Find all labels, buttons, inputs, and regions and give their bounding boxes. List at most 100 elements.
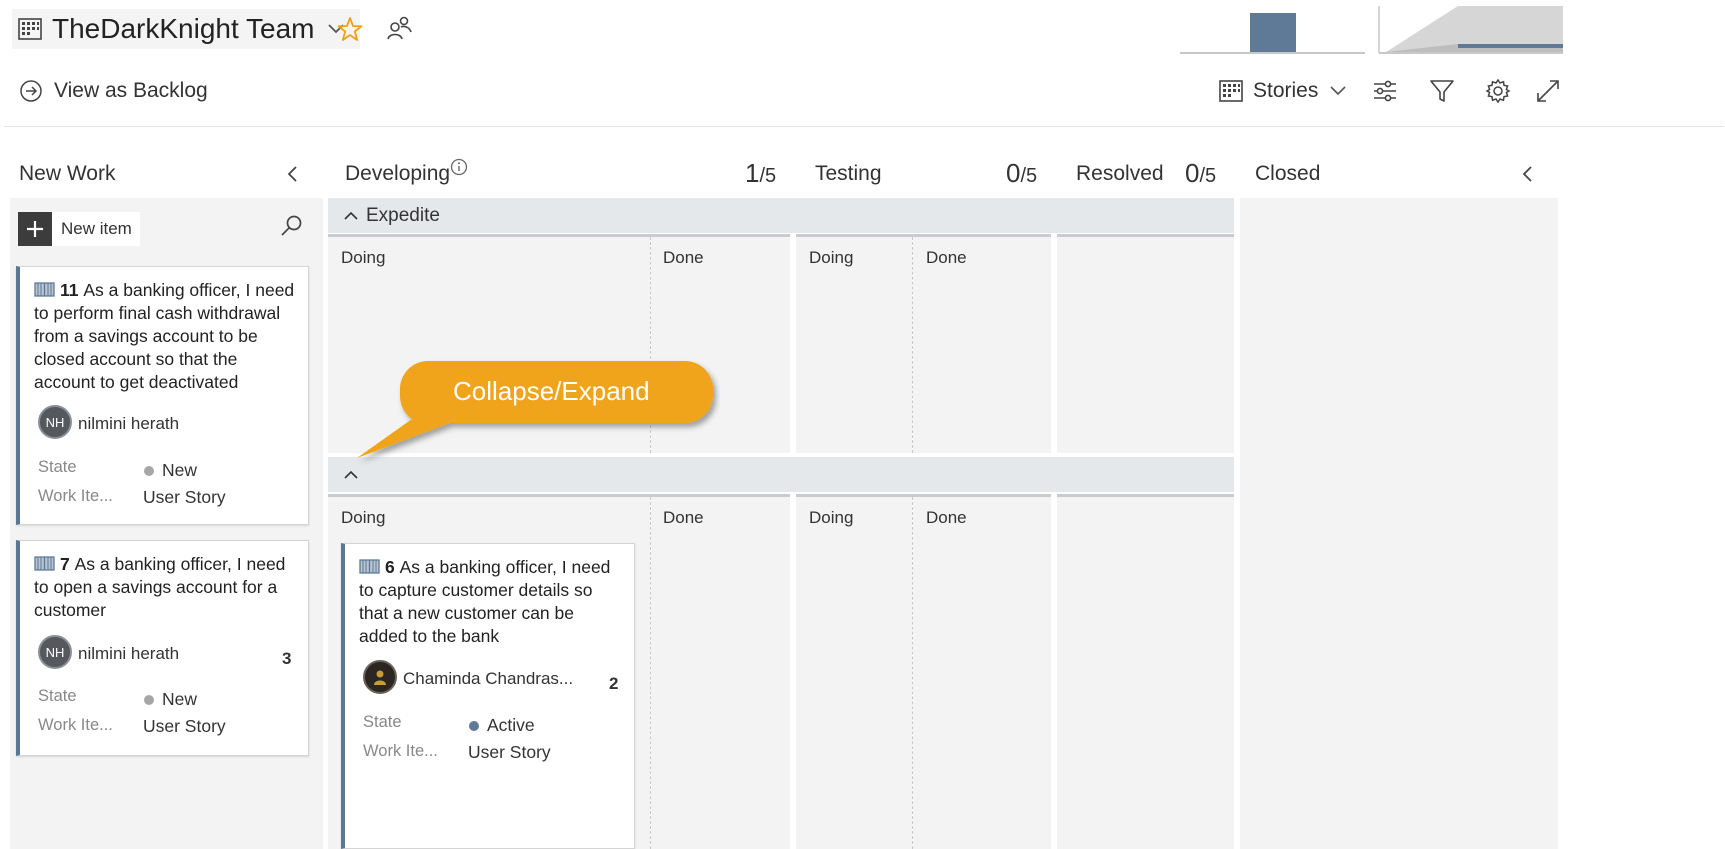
- state-text: Active: [487, 715, 535, 735]
- avatar: NH: [38, 635, 72, 669]
- people-icon[interactable]: [385, 15, 413, 41]
- card-title: 11 As a banking officer, I need to perfo…: [34, 279, 302, 394]
- state-label: State: [38, 687, 77, 705]
- sub-column-divider: [650, 497, 651, 849]
- work-item-type-label: Work Ite...: [38, 716, 113, 734]
- collapse-closed-icon[interactable]: [1521, 164, 1535, 184]
- card-title-text[interactable]: As a banking officer, I need to capture …: [359, 557, 610, 646]
- developing-wip-count: 1/5: [745, 158, 776, 189]
- work-item-card[interactable]: 6 As a banking officer, I need to captur…: [341, 543, 635, 849]
- state-value[interactable]: Active: [469, 715, 535, 736]
- view-as-backlog-label: View as Backlog: [54, 79, 208, 102]
- state-value[interactable]: New: [144, 460, 197, 481]
- expedite-cell-resolved: [1057, 237, 1234, 453]
- team-selector[interactable]: TheDarkKnight Team: [12, 9, 360, 49]
- work-item-type-value: User Story: [143, 487, 226, 507]
- expedite-cell-testing-doing: [796, 237, 912, 453]
- expedite-cell-testing-done: [913, 237, 1051, 453]
- sub-column-done: Done: [663, 248, 704, 267]
- sub-column-doing: Doing: [341, 508, 386, 527]
- cumulative-flow-mini-chart[interactable]: [1378, 0, 1563, 56]
- avatar: NH: [38, 405, 72, 439]
- closed-column: [1240, 198, 1558, 849]
- toolbar-divider: [4, 126, 1724, 127]
- card-id[interactable]: 7: [60, 554, 70, 574]
- sub-column-done: Done: [926, 508, 967, 527]
- book-icon: [359, 558, 380, 575]
- resolved-wip-count: 0/5: [1185, 158, 1216, 189]
- lane-top-border: [1057, 234, 1234, 237]
- state-text: New: [162, 689, 198, 709]
- default-cell-developing-done: [651, 497, 790, 849]
- state-text: New: [162, 460, 198, 480]
- sub-column-doing: Doing: [809, 248, 854, 267]
- card-assignee[interactable]: nilmini herath: [78, 414, 179, 434]
- column-title-closed: Closed: [1255, 162, 1321, 185]
- arrow-right-circle-icon: [18, 78, 44, 104]
- sub-column-doing: Doing: [809, 508, 854, 527]
- lane-top-border: [328, 494, 790, 497]
- column-title-resolved: Resolved: [1076, 162, 1164, 185]
- default-cell-testing-done: [913, 497, 1051, 849]
- sub-column-done: Done: [926, 248, 967, 267]
- team-name: TheDarkKnight Team: [52, 13, 315, 44]
- column-title-new-work: New Work: [19, 162, 116, 185]
- card-effort: 3: [282, 649, 292, 668]
- collapse-expand-callout: Collapse/Expand: [350, 355, 720, 475]
- fullscreen-icon[interactable]: [1535, 78, 1561, 104]
- sub-column-doing: Doing: [341, 248, 386, 267]
- state-label: State: [363, 713, 402, 731]
- work-item-type-value: User Story: [468, 742, 551, 762]
- book-icon: [34, 555, 55, 572]
- backlog-level-label: Stories: [1253, 79, 1319, 102]
- chevron-up-icon[interactable]: [344, 211, 358, 221]
- new-item-button[interactable]: New item: [18, 212, 140, 246]
- state-dot-new: [144, 694, 154, 705]
- sub-column-divider: [912, 237, 913, 453]
- lane-top-border: [328, 234, 790, 237]
- work-item-card[interactable]: 7 As a banking officer, I need to open a…: [16, 540, 309, 756]
- settings-sliders-icon[interactable]: [1372, 78, 1398, 104]
- info-icon[interactable]: [450, 158, 468, 176]
- star-icon[interactable]: [337, 16, 363, 42]
- testing-limit: /5: [1020, 165, 1038, 187]
- card-assignee[interactable]: nilmini herath: [78, 644, 179, 664]
- developing-count: 1: [745, 158, 760, 188]
- developing-limit: /5: [759, 165, 777, 187]
- filter-icon[interactable]: [1429, 78, 1455, 104]
- testing-wip-count: 0/5: [1006, 158, 1037, 189]
- callout-text: Collapse/Expand: [453, 376, 650, 406]
- plus-icon: [18, 212, 52, 246]
- backlog-level-selector[interactable]: Stories: [1219, 79, 1346, 103]
- card-effort: 2: [609, 674, 619, 693]
- default-cell-testing-doing: [796, 497, 912, 849]
- view-as-backlog-link[interactable]: View as Backlog: [18, 78, 208, 104]
- card-id[interactable]: 11: [60, 280, 79, 300]
- gear-icon[interactable]: [1485, 78, 1511, 104]
- state-value[interactable]: New: [144, 689, 197, 710]
- card-title: 7 As a banking officer, I need to open a…: [34, 553, 302, 622]
- card-id[interactable]: 6: [385, 557, 395, 577]
- lane-top-border: [796, 494, 1051, 497]
- work-item-card[interactable]: 11 As a banking officer, I need to perfo…: [16, 266, 309, 525]
- search-icon[interactable]: [280, 214, 304, 238]
- work-item-type-label: Work Ite...: [363, 742, 438, 760]
- lane-top-border: [1057, 494, 1234, 497]
- state-label: State: [38, 458, 77, 476]
- column-title-developing: Developing: [345, 162, 451, 185]
- sub-column-divider: [912, 497, 913, 849]
- resolved-limit: /5: [1199, 165, 1217, 187]
- lane-top-border: [796, 234, 1051, 237]
- sub-column-done: Done: [663, 508, 704, 527]
- new-item-label: New item: [61, 219, 132, 238]
- swimlane-header-expedite[interactable]: Expedite: [328, 198, 1234, 233]
- board-grid-icon: [1219, 80, 1243, 102]
- board-grid-icon: [18, 18, 42, 40]
- work-item-type-value: User Story: [143, 716, 226, 736]
- swimlane-title: Expedite: [366, 204, 440, 226]
- collapse-new-work-icon[interactable]: [286, 164, 300, 184]
- state-dot-active: [469, 720, 479, 731]
- card-assignee[interactable]: Chaminda Chandras...: [403, 669, 573, 689]
- card-title-text[interactable]: As a banking officer, I need to open a s…: [34, 554, 285, 620]
- velocity-mini-chart[interactable]: [1180, 0, 1365, 56]
